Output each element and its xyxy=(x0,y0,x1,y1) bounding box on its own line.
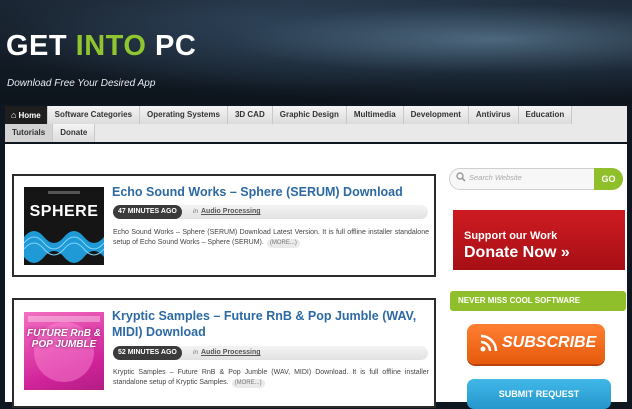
rss-icon xyxy=(480,334,498,352)
search-icon xyxy=(456,172,466,182)
content-area: SPHERE Echo Sound Works – Sphere (SERUM)… xyxy=(5,144,627,409)
post-title-link[interactable]: Kryptic Samples – Future RnB & Pop Jumbl… xyxy=(112,308,428,340)
never-miss-ribbon: NEVER MISS COOL SOFTWARE xyxy=(450,291,626,311)
nav-item-home[interactable]: ⌂ Home xyxy=(5,106,48,124)
never-miss-text: NEVER MISS COOL SOFTWARE xyxy=(458,296,581,305)
more-link[interactable]: (MORE...) xyxy=(266,239,300,248)
nav-row-primary: ⌂ Home Software Categories Operating Syst… xyxy=(5,106,573,124)
search-placeholder: Search Website xyxy=(469,173,522,182)
subscribe-label: SUBSCRIBE xyxy=(502,334,597,351)
in-label: in xyxy=(193,208,199,215)
home-icon: ⌂ xyxy=(11,110,17,120)
nav-item-tutorials[interactable]: Tutorials xyxy=(5,124,54,142)
jumble-artwork xyxy=(28,316,100,382)
sphere-artwork xyxy=(24,187,104,265)
post-excerpt: Kryptic Samples – Future RnB & Pop Jumbl… xyxy=(113,369,429,388)
nav-item-3d-cad[interactable]: 3D CAD xyxy=(227,106,273,124)
site-header: GET INTO PC Download Free Your Desired A… xyxy=(0,0,632,104)
search-input[interactable]: Search Website xyxy=(449,168,599,190)
post-meta: 47 MINUTES AGO in Audio Processing xyxy=(113,205,428,219)
in-label: in xyxy=(193,349,199,356)
main-navigation: ⌂ Home Software Categories Operating Syst… xyxy=(5,106,627,142)
search-go-button[interactable]: GO xyxy=(594,168,623,190)
nav-item-donate[interactable]: Donate xyxy=(53,124,96,142)
nav-item-software-categories[interactable]: Software Categories xyxy=(47,106,141,124)
donate-now-text: Donate Now » xyxy=(464,244,570,261)
post-card: FUTURE RnB & POP JUMBLE Kryptic Samples … xyxy=(12,298,436,408)
nav-row-secondary: Tutorials Donate xyxy=(5,124,96,142)
post-card: SPHERE Echo Sound Works – Sphere (SERUM)… xyxy=(12,174,436,277)
search-form: Search Website GO xyxy=(449,168,626,190)
post-meta: 52 MINUTES AGO in Audio Processing xyxy=(113,346,428,360)
nav-item-education[interactable]: Education xyxy=(518,106,573,124)
subscribe-button[interactable]: SUBSCRIBE xyxy=(467,324,605,364)
donate-banner[interactable]: Support our Work Donate Now » xyxy=(453,210,625,270)
post-thumbnail[interactable]: FUTURE RnB & POP JUMBLE xyxy=(24,312,104,390)
submit-request-button[interactable]: SUBMIT REQUEST xyxy=(467,379,611,409)
category-link[interactable]: Audio Processing xyxy=(201,205,261,219)
more-link[interactable]: (MORE...) xyxy=(231,379,265,388)
site-tagline: Download Free Your Desired App xyxy=(7,78,156,89)
time-badge: 52 MINUTES AGO xyxy=(113,346,182,360)
submit-request-label: SUBMIT REQUEST xyxy=(498,389,580,399)
nav-item-development[interactable]: Development xyxy=(403,106,469,124)
thumbnail-title: FUTURE RnB & POP JUMBLE xyxy=(27,328,101,350)
time-badge: 47 MINUTES AGO xyxy=(113,205,182,219)
category-link[interactable]: Audio Processing xyxy=(201,346,261,360)
post-title-link[interactable]: Echo Sound Works – Sphere (SERUM) Downlo… xyxy=(112,184,432,200)
site-logo[interactable]: GET INTO PC xyxy=(6,30,196,63)
post-thumbnail[interactable]: SPHERE xyxy=(24,187,104,265)
nav-item-graphic-design[interactable]: Graphic Design xyxy=(272,106,347,124)
support-text: Support our Work xyxy=(464,230,558,242)
post-excerpt: Echo Sound Works – Sphere (SERUM) Downlo… xyxy=(113,229,429,248)
nav-item-antivirus[interactable]: Antivirus xyxy=(468,106,519,124)
nav-item-multimedia[interactable]: Multimedia xyxy=(346,106,404,124)
thumbnail-title: SPHERE xyxy=(29,203,99,220)
nav-item-operating-systems[interactable]: Operating Systems xyxy=(140,106,228,124)
